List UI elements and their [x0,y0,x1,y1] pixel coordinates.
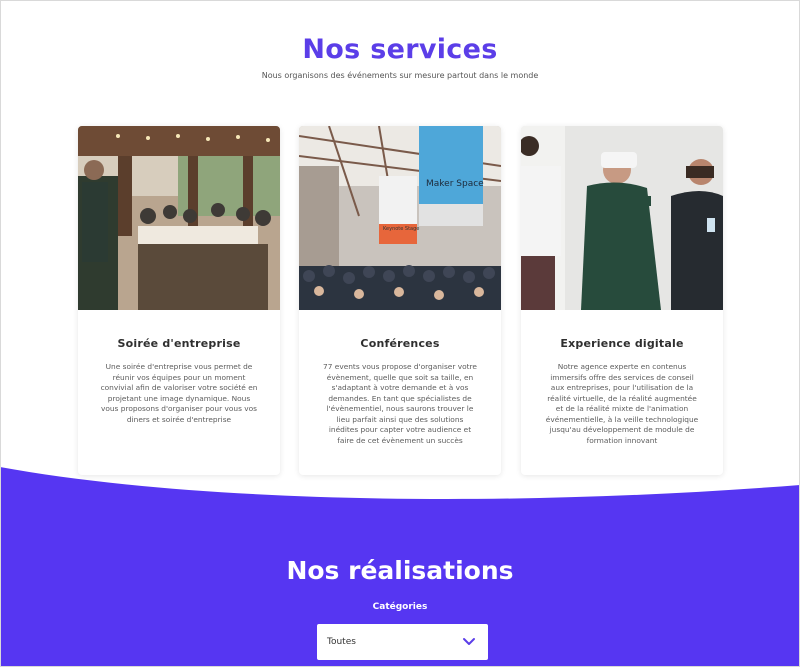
card-description: Notre agence experte en contenus immersi… [545,362,699,445]
card-title: Experience digitale [560,337,684,350]
card-title: Soirée d'entreprise [117,337,241,350]
maker-space-sign-text: Maker Space [426,179,484,189]
service-card-soiree[interactable]: Soirée d'entreprise Une soirée d'entrepr… [78,126,280,475]
conference-hall-image: Maker Space Keynote Stage [299,126,501,310]
chevron-down-icon [463,638,475,645]
services-subtitle: Nous organisons des événements sur mesur… [261,71,539,80]
business-dinner-image [78,126,280,310]
category-select-value: Toutes [327,637,356,647]
card-description: Une soirée d'entreprise vous permet de r… [100,362,258,424]
category-select[interactable]: Toutes [317,624,488,660]
card-description: 77 events vous propose d'organiser votre… [323,362,477,445]
realisations-title: Nos réalisations [286,556,514,585]
categories-label: Catégories [372,602,428,612]
service-card-conferences[interactable]: Maker Space Keynote Stage Conférences 77… [299,126,501,475]
keynote-sign-text: Keynote Stage [383,226,419,232]
service-card-digital[interactable]: Experience digitale Notre agence experte… [521,126,723,475]
vr-headset-image [521,126,723,310]
services-title: Nos services [302,34,498,65]
card-title: Conférences [360,337,440,350]
